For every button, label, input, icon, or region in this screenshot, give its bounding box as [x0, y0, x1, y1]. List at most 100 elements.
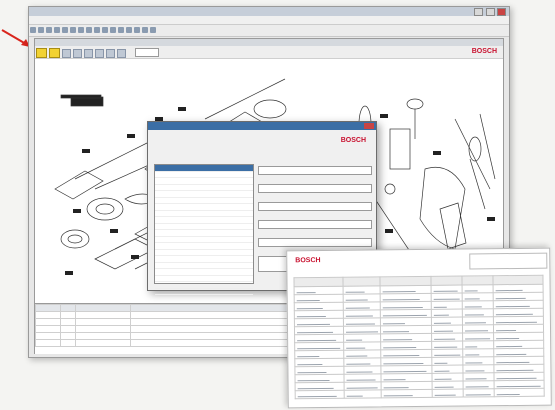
text-placeholder [346, 347, 365, 349]
text-placeholder [465, 385, 489, 388]
text-placeholder [383, 378, 406, 380]
text-placeholder [496, 337, 520, 339]
text-field[interactable] [258, 202, 372, 211]
text-placeholder [346, 355, 368, 357]
cell [60, 339, 76, 347]
cell [432, 389, 464, 398]
toolbar-icon[interactable] [84, 49, 93, 58]
item-list[interactable] [154, 164, 254, 295]
text-placeholder [382, 298, 420, 300]
text-placeholder [296, 315, 327, 317]
maximize-button[interactable] [485, 8, 495, 16]
text-placeholder [496, 345, 523, 347]
toolbar-yellow-button[interactable] [36, 48, 47, 58]
toolbar-icon[interactable] [94, 27, 100, 33]
close-button[interactable] [497, 8, 506, 16]
toolbar-icon[interactable] [38, 27, 44, 33]
toolbar-icon[interactable] [86, 27, 92, 33]
toolbar-icon[interactable] [95, 49, 104, 58]
report-body [294, 284, 545, 399]
toolbar-icon[interactable] [54, 27, 60, 33]
text-placeholder [345, 314, 373, 317]
text-placeholder [465, 345, 478, 348]
toolbar-icon[interactable] [62, 27, 68, 33]
text-placeholder [433, 306, 447, 308]
toolbar-icon[interactable] [62, 49, 71, 58]
text-placeholder [433, 322, 452, 324]
toolbar-yellow-button[interactable] [49, 48, 60, 58]
text-placeholder [464, 297, 480, 300]
cell [35, 318, 61, 326]
text-placeholder [434, 346, 458, 348]
toolbar-icon[interactable] [117, 49, 126, 58]
text-field[interactable] [258, 166, 372, 175]
toolbar-icon[interactable] [142, 27, 148, 33]
text-placeholder [495, 313, 534, 315]
list-item[interactable] [155, 289, 253, 295]
dialog-titlebar [148, 122, 376, 130]
menu-bar [29, 16, 509, 25]
minimize-button[interactable] [474, 8, 484, 16]
toolbar-icon[interactable] [73, 49, 82, 58]
text-placeholder [345, 299, 368, 301]
text-placeholder [434, 378, 452, 380]
text-placeholder [434, 370, 450, 372]
text-placeholder [465, 377, 487, 380]
document-toolbar: BOSCH [35, 46, 503, 59]
text-placeholder [496, 329, 516, 331]
text-field[interactable] [258, 238, 372, 247]
text-placeholder [296, 299, 320, 301]
cell [494, 388, 545, 397]
column-header [342, 276, 381, 287]
text-placeholder [296, 307, 323, 309]
text-placeholder [434, 330, 454, 332]
toolbar-icon[interactable] [30, 27, 36, 33]
text-field[interactable] [258, 184, 372, 193]
text-placeholder [297, 387, 334, 389]
toolbar-icon[interactable] [46, 27, 52, 33]
text-placeholder [383, 386, 409, 388]
cell [463, 388, 495, 398]
cell [60, 325, 76, 333]
text-placeholder [434, 362, 447, 364]
column-header [35, 304, 61, 312]
document-titlebar [35, 39, 503, 46]
text-placeholder [495, 305, 530, 307]
cell [35, 325, 61, 333]
main-toolbar [29, 25, 509, 37]
column-header [60, 304, 76, 312]
toolbar-icon[interactable] [106, 49, 115, 58]
text-placeholder [346, 378, 376, 381]
text-field[interactable] [258, 220, 372, 229]
toolbar-icon[interactable] [134, 27, 140, 33]
text-placeholder [465, 393, 491, 396]
toolbar-icon[interactable] [78, 27, 84, 33]
text-placeholder [346, 395, 363, 397]
text-placeholder [297, 363, 323, 365]
text-placeholder [345, 322, 376, 325]
text-placeholder [433, 290, 458, 292]
text-placeholder [297, 379, 330, 381]
text-placeholder [297, 347, 340, 349]
text-placeholder [297, 339, 337, 341]
text-placeholder [345, 291, 365, 293]
dialog-close-button[interactable] [364, 123, 374, 129]
toolbar-icon[interactable] [126, 27, 132, 33]
report-meta-box [469, 252, 548, 270]
text-placeholder [297, 331, 334, 333]
zoom-field[interactable] [135, 48, 159, 57]
text-placeholder [383, 362, 423, 364]
cell [60, 311, 76, 319]
toolbar-icon[interactable] [102, 27, 108, 33]
toolbar-icon[interactable] [70, 27, 76, 33]
toolbar-icon[interactable] [110, 27, 116, 33]
report-table [293, 275, 545, 400]
toolbar-icon[interactable] [150, 27, 156, 33]
text-placeholder [346, 339, 363, 341]
toolbar-icon[interactable] [118, 27, 124, 33]
cell [75, 318, 131, 326]
cell [75, 339, 131, 347]
text-placeholder [434, 386, 454, 388]
cell [60, 332, 76, 340]
text-placeholder [465, 337, 491, 340]
